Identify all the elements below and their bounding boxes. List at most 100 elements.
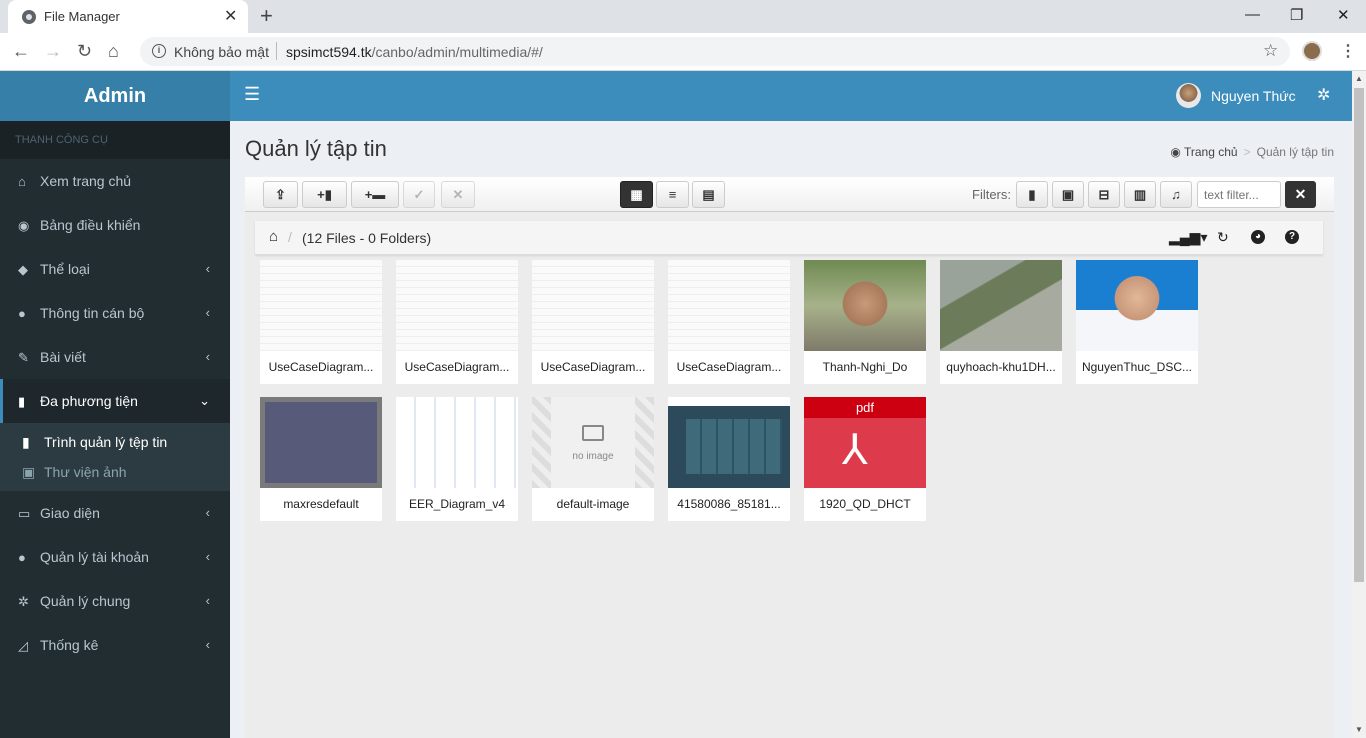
home-browser-icon[interactable]: ⌂: [108, 41, 119, 62]
chevron-left-icon: ‹: [205, 305, 210, 320]
sidebar-item-general[interactable]: ✲ Quản lý chung ‹: [0, 579, 230, 623]
forward-icon[interactable]: →: [44, 41, 62, 62]
file-name: UseCaseDiagram...: [540, 360, 646, 374]
menu-toggle-icon[interactable]: ☰: [244, 84, 260, 105]
profile-avatar[interactable]: [1302, 41, 1322, 61]
sidebar-item-posts[interactable]: ✎ Bài viết ‹: [0, 335, 230, 379]
slide-table: [686, 419, 782, 474]
submenu-item-file-manager[interactable]: ▮ Trình quản lý tệp tin: [0, 427, 230, 457]
file-item[interactable]: 41580086_85181...: [668, 397, 790, 521]
filter-images-button[interactable]: ▣: [1052, 181, 1084, 208]
address-bar-row: ← → ↻ ⌂ i Không bảo mật spsimct594.tk/ca…: [0, 33, 1366, 71]
scrollbar-thumb[interactable]: [1354, 88, 1364, 582]
add-file-icon: +▮: [317, 187, 332, 202]
browser-tab[interactable]: File Manager ✕: [8, 0, 248, 33]
file-item[interactable]: UseCaseDiagram...: [396, 260, 518, 384]
scroll-up-icon[interactable]: ▲: [1355, 74, 1363, 83]
settings-gears-icon[interactable]: ✲: [1317, 85, 1330, 105]
file-name: default-image: [556, 497, 630, 511]
minimize-icon[interactable]: —: [1245, 6, 1260, 23]
image-icon: [582, 425, 604, 441]
file-item[interactable]: no image default-image: [532, 397, 654, 521]
submenu-item-gallery[interactable]: ▣ Thư viện ảnh: [0, 457, 230, 487]
file-thumbnail: [396, 260, 518, 351]
chevron-down-icon: ⌄: [199, 393, 210, 408]
clear-clipboard-button[interactable]: ✕: [441, 181, 475, 208]
list-icon: ≡: [668, 187, 677, 202]
brand-logo[interactable]: Admin: [0, 71, 230, 121]
file-item[interactable]: UseCaseDiagram...: [260, 260, 382, 384]
url-field[interactable]: i Không bảo mật spsimct594.tk/canbo/admi…: [140, 37, 1290, 66]
url-host: spsimct594.tk: [286, 44, 372, 60]
window-close-icon[interactable]: ✕: [1337, 6, 1350, 24]
view-grid-button[interactable]: ▦: [620, 181, 653, 208]
breadcrumb-separator: >: [1243, 145, 1251, 159]
new-tab-icon[interactable]: +: [260, 3, 273, 29]
avatar[interactable]: [1176, 83, 1201, 108]
url-text: spsimct594.tk/canbo/admin/multimedia/#/: [286, 44, 543, 60]
submenu-item-label: Trình quản lý tệp tin: [44, 434, 168, 450]
language-icon[interactable]: ◕: [1251, 230, 1265, 244]
file-thumbnail: pdf ⅄: [804, 397, 926, 488]
cogs-icon: ✲: [18, 594, 29, 609]
clear-filter-button[interactable]: ✕: [1285, 181, 1316, 208]
user-name[interactable]: Nguyen Thức: [1211, 88, 1296, 104]
sidebar-item-label: Quản lý chung: [40, 593, 131, 609]
sidebar-item-dashboard[interactable]: ◉ Bảng điều khiển: [0, 203, 230, 247]
help-icon[interactable]: ?: [1285, 230, 1299, 244]
filter-audio-button[interactable]: ♫: [1160, 181, 1192, 208]
filter-files-button[interactable]: ▮: [1016, 181, 1048, 208]
sidebar-item-label: Đa phương tiện: [40, 393, 138, 409]
breadcrumb-current: Quản lý tập tin: [1256, 145, 1334, 159]
grid-icon: ▦: [630, 187, 643, 202]
film-icon: ▥: [1133, 187, 1147, 202]
file-item[interactable]: pdf ⅄ 1920_QD_DHCT: [804, 397, 926, 521]
filter-archives-button[interactable]: ⊟: [1088, 181, 1120, 208]
file-item[interactable]: EER_Diagram_v4: [396, 397, 518, 521]
dashboard-icon: ◉: [1170, 145, 1181, 159]
browser-menu-icon[interactable]: ⋮: [1340, 41, 1356, 61]
file-name: UseCaseDiagram...: [268, 360, 374, 374]
sidebar-item-categories[interactable]: ◆ Thể loại ‹: [0, 247, 230, 291]
sidebar-item-home[interactable]: ⌂ Xem trang chủ: [0, 159, 230, 203]
view-table-button[interactable]: ▤: [692, 181, 725, 208]
view-list-button[interactable]: ≡: [656, 181, 689, 208]
new-file-button[interactable]: +▮: [302, 181, 347, 208]
home-icon[interactable]: ⌂: [269, 228, 278, 245]
sidebar-item-interface[interactable]: ▭ Giao diện ‹: [0, 491, 230, 535]
sidebar-item-accounts[interactable]: ● Quản lý tài khoản ‹: [0, 535, 230, 579]
sort-icon[interactable]: ▂▄▆▾: [1169, 229, 1207, 246]
restore-icon[interactable]: ❐: [1290, 6, 1303, 24]
file-item[interactable]: UseCaseDiagram...: [532, 260, 654, 384]
upload-button[interactable]: ⇪: [263, 181, 298, 208]
bookmark-star-icon[interactable]: ☆: [1263, 41, 1278, 61]
info-icon[interactable]: i: [152, 44, 166, 58]
close-tab-icon[interactable]: ✕: [224, 6, 237, 26]
sidebar-item-staff[interactable]: ● Thông tin cán bộ ‹: [0, 291, 230, 335]
file-item[interactable]: maxresdefault: [260, 397, 382, 521]
file-thumbnail: [940, 260, 1062, 351]
vertical-scrollbar[interactable]: ▲ ▼: [1352, 71, 1366, 738]
filters-label: Filters:: [972, 187, 1011, 202]
new-folder-button[interactable]: +▬: [351, 181, 399, 208]
sidebar-item-multimedia[interactable]: ▮ Đa phương tiện ⌄: [0, 379, 230, 423]
file-thumbnail: [396, 397, 518, 488]
reload-icon[interactable]: ↻: [77, 41, 92, 62]
favicon-icon: [22, 10, 36, 24]
file-item[interactable]: UseCaseDiagram...: [668, 260, 790, 384]
paste-button[interactable]: ✓: [403, 181, 435, 208]
filter-video-button[interactable]: ▥: [1124, 181, 1156, 208]
breadcrumb-home[interactable]: Trang chủ: [1184, 145, 1238, 159]
file-item[interactable]: Thanh-Nghi_Do: [804, 260, 926, 384]
chevron-left-icon: ‹: [205, 261, 210, 276]
file-item[interactable]: quyhoach-khu1DH...: [940, 260, 1062, 384]
refresh-icon[interactable]: ↻: [1217, 229, 1229, 246]
sidebar: Admin THANH CÔNG CỤ ⌂ Xem trang chủ ◉ Bảng…: [0, 71, 230, 738]
back-icon[interactable]: ←: [12, 41, 30, 62]
text-filter-input[interactable]: [1197, 181, 1281, 208]
scroll-down-icon[interactable]: ▼: [1355, 725, 1363, 734]
add-folder-icon: +▬: [364, 187, 386, 202]
sidebar-item-statistics[interactable]: ◿ Thống kê ‹: [0, 623, 230, 667]
sidebar-header: THANH CÔNG CỤ: [0, 121, 230, 159]
file-item[interactable]: NguyenThuc_DSC...: [1076, 260, 1198, 384]
